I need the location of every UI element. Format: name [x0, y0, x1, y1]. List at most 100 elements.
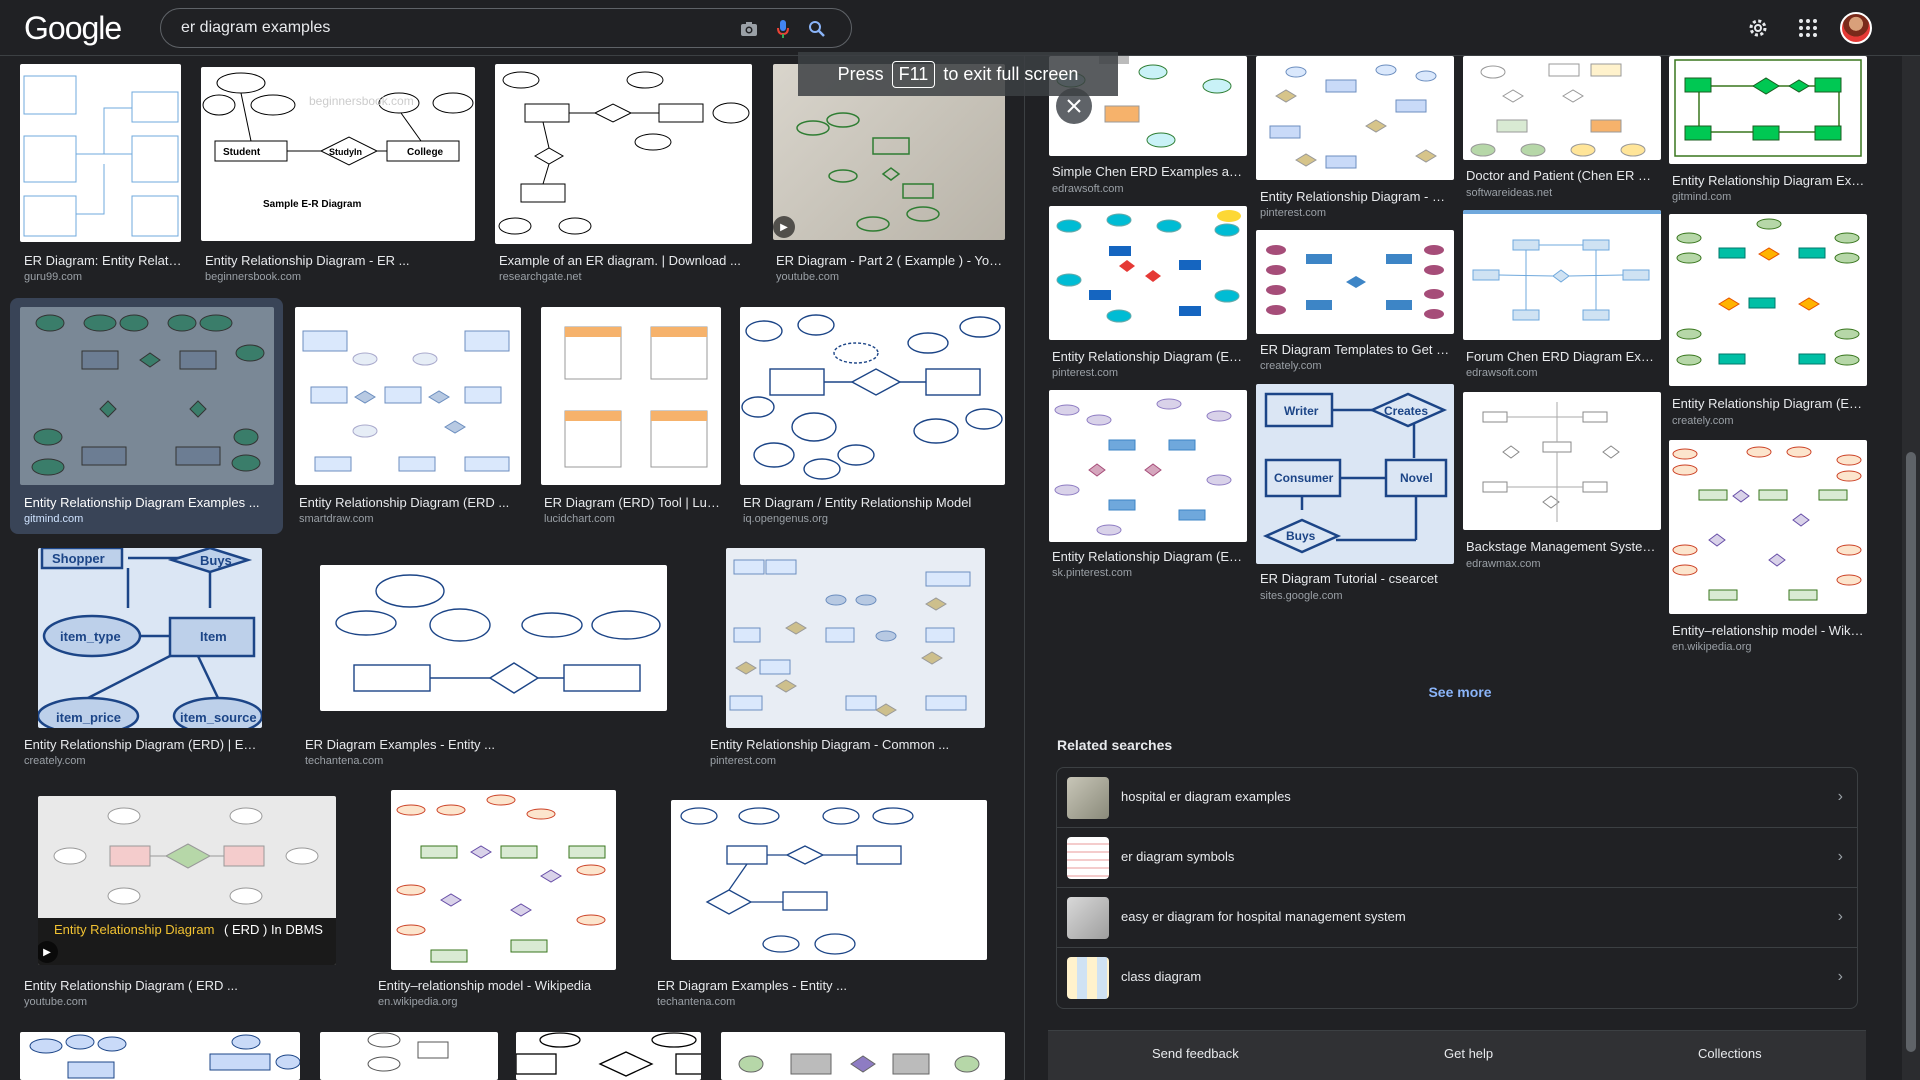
result-caption[interactable]: Example of an ER diagram. | Download ... [499, 253, 759, 268]
apps-icon[interactable] [1794, 14, 1822, 42]
result-caption[interactable]: Entity Relationship Diagram (ERD) | ER .… [24, 737, 260, 752]
result-caption[interactable]: Entity Relationship Diagram (ERD ... [299, 495, 517, 510]
result-thumbnail[interactable] [295, 307, 521, 485]
result-thumbnail[interactable] [1049, 206, 1247, 340]
google-logo[interactable]: Google [24, 10, 122, 47]
result-source[interactable]: softwareideas.net [1466, 187, 1552, 199]
result-thumbnail[interactable] [320, 565, 667, 711]
related-search-item[interactable]: hospital er diagram examples › [1057, 768, 1857, 828]
related-search-label[interactable]: easy er diagram for hospital management … [1121, 909, 1406, 924]
result-source[interactable]: pinterest.com [1260, 207, 1326, 219]
send-feedback-link[interactable]: Send feedback [1152, 1046, 1239, 1061]
result-source[interactable]: beginnersbook.com [205, 271, 301, 283]
result-source[interactable]: creately.com [1260, 360, 1322, 372]
search-input[interactable]: er diagram examples [181, 19, 330, 37]
result-caption[interactable]: Doctor and Patient (Chen ER Dia... [1466, 168, 1660, 183]
result-caption[interactable]: Entity–relationship model - Wikipedia [378, 978, 618, 993]
result-thumbnail[interactable] [1669, 440, 1867, 614]
result-thumbnail[interactable] [726, 548, 985, 728]
result-caption[interactable]: Entity Relationship Diagram (ERD... [1052, 349, 1246, 364]
result-source[interactable]: sites.google.com [1260, 590, 1343, 602]
result-thumbnail[interactable] [495, 64, 752, 244]
result-caption[interactable]: Entity Relationship Diagram ( ERD ... [24, 978, 304, 993]
result-thumbnail[interactable] [1463, 210, 1661, 340]
microphone-icon[interactable] [773, 19, 793, 39]
result-thumbnail[interactable] [20, 307, 274, 485]
camera-icon[interactable] [739, 19, 759, 39]
result-caption[interactable]: Simple Chen ERD Examples and ... [1052, 164, 1246, 179]
result-source[interactable]: iq.opengenus.org [743, 513, 828, 525]
result-source[interactable]: edrawmax.com [1466, 558, 1541, 570]
result-caption[interactable]: Forum Chen ERD Diagram Exam... [1466, 349, 1660, 364]
related-search-label[interactable]: er diagram symbols [1121, 849, 1234, 864]
result-thumbnail[interactable] [20, 64, 181, 242]
related-search-item[interactable]: class diagram › [1057, 948, 1857, 1008]
scrollbar-thumb[interactable] [1906, 452, 1916, 1052]
result-caption[interactable]: Entity Relationship Diagram (ERD... [1052, 549, 1246, 564]
collections-link[interactable]: Collections [1698, 1046, 1762, 1061]
result-thumbnail[interactable] [740, 307, 1005, 485]
result-caption[interactable]: Entity Relationship Diagram - ER ... [205, 253, 475, 268]
search-icon[interactable] [807, 19, 827, 39]
result-thumbnail[interactable] [1669, 56, 1867, 164]
result-source[interactable]: edrawsoft.com [1052, 183, 1124, 195]
result-thumbnail[interactable]: beginnersbook.com Sample E-R Diagram Stude… [201, 67, 475, 241]
result-caption[interactable]: ER Diagram Templates to Get St... [1260, 342, 1454, 357]
result-source[interactable]: en.wikipedia.org [1672, 641, 1752, 653]
result-thumbnail[interactable] [20, 1032, 300, 1080]
result-caption[interactable]: ER Diagram: Entity Relatio... [24, 253, 182, 268]
result-caption[interactable]: ER Diagram Examples - Entity ... [657, 978, 947, 993]
related-search-label[interactable]: hospital er diagram examples [1121, 789, 1291, 804]
result-source[interactable]: gitmind.com [24, 513, 83, 525]
result-thumbnail[interactable] [671, 800, 987, 960]
result-caption[interactable]: Entity Relationship Diagram Examples ... [24, 495, 264, 510]
see-more-link[interactable]: See more [1380, 684, 1540, 700]
result-source[interactable]: en.wikipedia.org [378, 996, 458, 1008]
result-caption[interactable]: ER Diagram Tutorial - csearcet [1260, 571, 1454, 586]
result-caption[interactable]: Entity Relationship Diagram - Co... [1260, 189, 1454, 204]
gear-icon[interactable] [1744, 14, 1772, 42]
result-source[interactable]: creately.com [24, 755, 86, 767]
result-thumbnail[interactable] [391, 790, 616, 970]
result-source[interactable]: creately.com [1672, 415, 1734, 427]
result-caption[interactable]: Entity Relationship Diagram (ER... [1672, 396, 1866, 411]
result-source[interactable]: techantena.com [305, 755, 383, 767]
result-source[interactable]: edrawsoft.com [1466, 367, 1538, 379]
related-search-item[interactable]: er diagram symbols › [1057, 828, 1857, 888]
avatar[interactable] [1840, 12, 1872, 44]
result-source[interactable]: gitmind.com [1672, 191, 1731, 203]
result-thumbnail[interactable] [1669, 214, 1867, 386]
result-caption[interactable]: ER Diagram / Entity Relationship Model [743, 495, 1003, 510]
result-thumbnail[interactable] [1256, 230, 1454, 334]
result-source[interactable]: techantena.com [657, 996, 735, 1008]
result-source[interactable]: sk.pinterest.com [1052, 567, 1132, 579]
get-help-link[interactable]: Get help [1444, 1046, 1493, 1061]
result-source[interactable]: pinterest.com [1052, 367, 1118, 379]
result-source[interactable]: youtube.com [24, 996, 87, 1008]
related-search-item[interactable]: easy er diagram for hospital management … [1057, 888, 1857, 948]
result-thumbnail[interactable] [1463, 56, 1661, 160]
result-thumbnail[interactable]: Writer Creates Consumer Novel Buys [1256, 384, 1454, 564]
result-source[interactable]: lucidchart.com [544, 513, 615, 525]
result-source[interactable]: guru99.com [24, 271, 82, 283]
result-thumbnail[interactable]: Entity Relationship Diagram ( ERD ) In D… [38, 796, 336, 965]
result-source[interactable]: smartdraw.com [299, 513, 374, 525]
result-caption[interactable]: Backstage Management System ... [1466, 539, 1660, 554]
result-source[interactable]: youtube.com [776, 271, 839, 283]
result-caption[interactable]: Entity Relationship Diagram - Common ... [710, 737, 1000, 752]
result-caption[interactable]: Entity Relationship Diagram Exa... [1672, 173, 1866, 188]
result-source[interactable]: pinterest.com [710, 755, 776, 767]
result-caption[interactable]: ER Diagram (ERD) Tool | Luci... [544, 495, 720, 510]
result-thumbnail[interactable] [1256, 56, 1454, 180]
result-thumbnail[interactable] [320, 1032, 498, 1080]
result-caption[interactable]: ER Diagram - Part 2 ( Example ) - YouTu.… [776, 253, 1008, 268]
result-caption[interactable]: Entity–relationship model - Wikip... [1672, 623, 1866, 638]
result-thumbnail[interactable]: Shopper Buys item_type Item item_price item_s… [38, 548, 262, 728]
related-search-label[interactable]: class diagram [1121, 969, 1201, 984]
scrollbar[interactable] [1902, 56, 1920, 1080]
result-thumbnail[interactable] [721, 1032, 1005, 1080]
result-thumbnail[interactable] [1049, 390, 1247, 542]
result-source[interactable]: researchgate.net [499, 271, 582, 283]
result-thumbnail[interactable] [516, 1032, 701, 1080]
search-box[interactable]: er diagram examples [160, 8, 852, 48]
